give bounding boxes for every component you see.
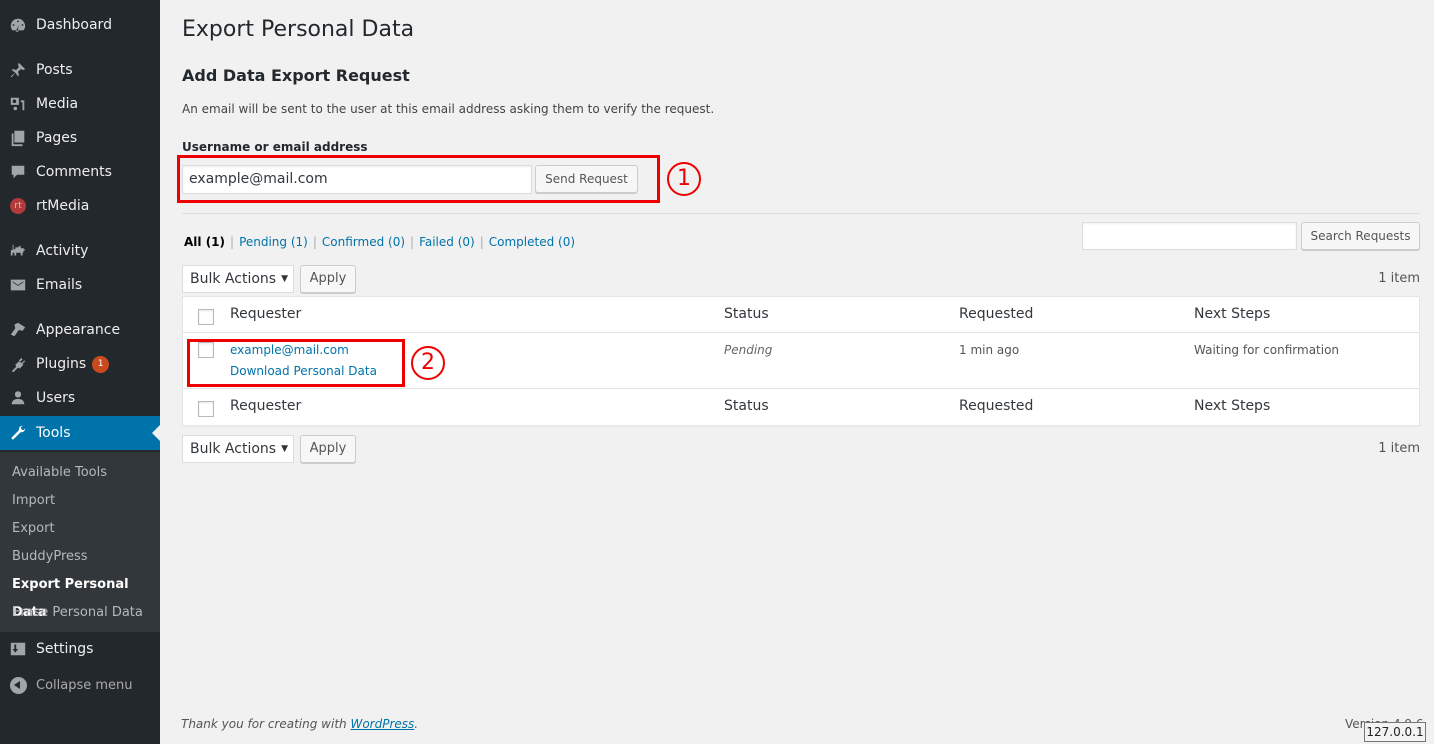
- pin-icon: [0, 61, 36, 79]
- section-title: Add Data Export Request: [182, 66, 410, 85]
- sidebar-item-tools[interactable]: Tools: [0, 416, 160, 450]
- annotation-marker-2: 2: [411, 346, 445, 380]
- status-cell: Pending: [724, 343, 773, 357]
- column-header-requested[interactable]: Requested: [959, 306, 1033, 322]
- sidebar-item-dashboard[interactable]: Dashboard: [0, 8, 160, 42]
- column-footer-requested[interactable]: Requested: [959, 398, 1033, 414]
- sidebar-item-label: Plugins: [36, 356, 87, 372]
- paintbrush-icon: [0, 321, 36, 339]
- sidebar-item-label: Emails: [36, 277, 83, 293]
- filter-pending[interactable]: Pending (1): [239, 235, 308, 249]
- sidebar-item-label: Settings: [36, 641, 94, 657]
- activity-icon: [0, 242, 36, 260]
- envelope-icon: [0, 276, 36, 294]
- bulk-actions-select-bottom[interactable]: Bulk Actions ▼: [182, 435, 294, 463]
- settings-icon: [0, 640, 36, 658]
- sidebar-item-media[interactable]: Media: [0, 87, 160, 121]
- dropdown-arrow-icon: ▼: [281, 274, 288, 284]
- column-header-next-steps: Next Steps: [1194, 306, 1271, 322]
- column-header-status: Status: [724, 306, 769, 322]
- bulk-actions-select-top[interactable]: Bulk Actions ▼: [182, 265, 294, 293]
- column-header-requester[interactable]: Requester: [230, 306, 301, 322]
- rtmedia-icon: rt: [10, 198, 26, 214]
- collapse-menu-label: Collapse menu: [36, 677, 133, 693]
- annotation-box-2: [187, 339, 405, 387]
- filter-all[interactable]: All (1): [184, 235, 225, 249]
- dashboard-icon: [0, 16, 36, 34]
- column-footer-next-steps: Next Steps: [1194, 398, 1271, 414]
- table-header-row: Requester Status Requested Next Steps: [183, 297, 1419, 333]
- next-steps-cell: Waiting for confirmation: [1194, 343, 1340, 357]
- submenu-item-import[interactable]: Import: [0, 487, 160, 515]
- tools-submenu: Available Tools Import Export BuddyPress…: [0, 452, 160, 632]
- section-divider: [182, 213, 1420, 214]
- update-count-badge: 1: [92, 355, 110, 373]
- search-requests-input[interactable]: [1082, 222, 1297, 250]
- annotation-box-1: [177, 155, 660, 203]
- apply-button-top[interactable]: Apply: [300, 265, 356, 293]
- username-email-label: Username or email address: [182, 140, 368, 154]
- wordpress-link[interactable]: WordPress: [350, 717, 414, 731]
- submenu-item-available-tools[interactable]: Available Tools: [0, 459, 160, 487]
- dropdown-arrow-icon: ▼: [281, 444, 288, 454]
- sidebar-item-pages[interactable]: Pages: [0, 121, 160, 155]
- item-count-bottom: 1 item: [1378, 441, 1420, 456]
- filter-completed[interactable]: Completed (0): [489, 235, 575, 249]
- search-requests-button[interactable]: Search Requests: [1301, 222, 1420, 250]
- table-footer-row: Requester Status Requested Next Steps: [183, 389, 1419, 425]
- admin-sidebar: Dashboard Posts Media Pages Comments rt …: [0, 0, 160, 744]
- comment-icon: [0, 163, 36, 181]
- pages-icon: [0, 129, 36, 147]
- sidebar-item-label: Pages: [36, 130, 78, 146]
- host-tooltip: 127.0.0.1: [1364, 722, 1426, 742]
- sidebar-item-label: Posts: [36, 62, 73, 78]
- annotation-marker-1: 1: [667, 162, 701, 196]
- sidebar-item-label: Dashboard: [36, 17, 112, 33]
- page-title: Export Personal Data: [182, 17, 415, 42]
- item-count-top: 1 item: [1378, 271, 1420, 286]
- collapse-arrow-icon: [9, 676, 27, 694]
- submenu-item-export-personal-data[interactable]: Export Personal Data: [0, 571, 160, 620]
- select-all-checkbox-bottom[interactable]: [198, 401, 214, 417]
- sidebar-item-appearance[interactable]: Appearance: [0, 313, 160, 347]
- wrench-icon: [0, 424, 36, 442]
- sidebar-item-rtmedia[interactable]: rt rtMedia: [0, 189, 160, 223]
- sidebar-item-label: Users: [36, 390, 76, 406]
- sidebar-item-label: Comments: [36, 164, 112, 180]
- apply-button-bottom[interactable]: Apply: [300, 435, 356, 463]
- request-description: An email will be sent to the user at thi…: [182, 102, 715, 116]
- filter-confirmed[interactable]: Confirmed (0): [322, 235, 405, 249]
- plug-icon: [0, 355, 36, 373]
- collapse-menu-button[interactable]: Collapse menu: [0, 668, 160, 702]
- column-footer-requester[interactable]: Requester: [230, 398, 301, 414]
- sidebar-item-label: Appearance: [36, 322, 121, 338]
- sidebar-item-posts[interactable]: Posts: [0, 53, 160, 87]
- footer-thanks-suffix: .: [414, 717, 419, 731]
- sidebar-item-label: Media: [36, 96, 79, 112]
- sidebar-item-users[interactable]: Users: [0, 381, 160, 415]
- sidebar-item-emails[interactable]: Emails: [0, 268, 160, 302]
- submenu-item-buddypress[interactable]: BuddyPress: [0, 543, 160, 571]
- bulk-actions-value: Bulk Actions: [190, 271, 277, 287]
- submenu-item-export[interactable]: Export: [0, 515, 160, 543]
- media-icon: [0, 95, 36, 113]
- submenu-item-erase-personal-data[interactable]: Erase Personal Data: [0, 599, 160, 627]
- sidebar-item-label: rtMedia: [36, 198, 90, 214]
- sidebar-item-plugins[interactable]: Plugins 1: [0, 347, 160, 381]
- user-icon: [0, 389, 36, 407]
- bulk-actions-value: Bulk Actions: [190, 441, 277, 457]
- filter-failed[interactable]: Failed (0): [419, 235, 475, 249]
- select-all-checkbox[interactable]: [198, 309, 214, 325]
- footer-thanks: Thank you for creating with WordPress.: [181, 717, 418, 731]
- requested-cell: 1 min ago: [959, 343, 1020, 357]
- sidebar-item-activity[interactable]: Activity: [0, 234, 160, 268]
- sidebar-item-label: Activity: [36, 243, 89, 259]
- sidebar-item-settings[interactable]: Settings: [0, 632, 160, 666]
- footer-thanks-text: Thank you for creating with: [181, 717, 351, 731]
- sidebar-item-label: Tools: [36, 425, 71, 441]
- sidebar-item-comments[interactable]: Comments: [0, 155, 160, 189]
- status-filters: All (1) | Pending (1) | Confirmed (0) | Failed…: [184, 235, 576, 249]
- column-footer-status: Status: [724, 398, 769, 414]
